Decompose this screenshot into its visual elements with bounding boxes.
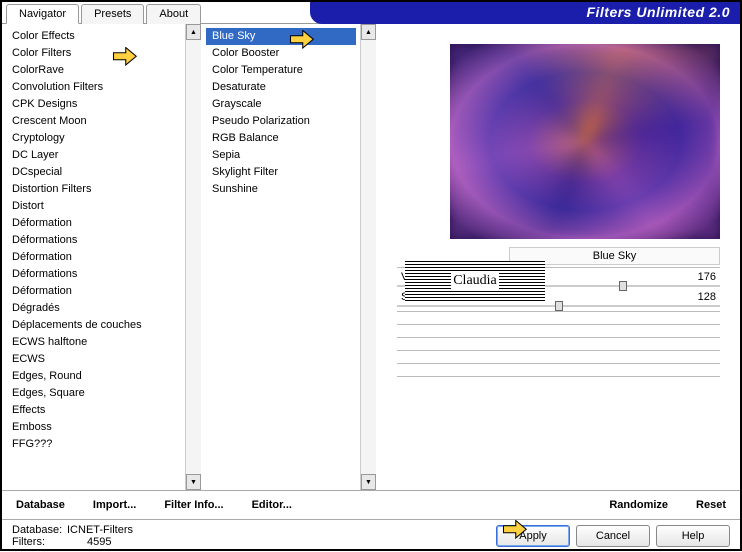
tab-bar: Navigator Presets About: [6, 3, 203, 23]
list-item[interactable]: Sepia: [206, 147, 356, 164]
list-item[interactable]: Color Temperature: [206, 62, 356, 79]
status-bar: Database: ICNET-Filters Filters: 4595 Ap…: [2, 519, 740, 552]
list-item[interactable]: ColorRave: [6, 62, 181, 79]
list-item[interactable]: Déformations: [6, 232, 181, 249]
list-item[interactable]: Color Effects: [6, 28, 181, 45]
db-value: ICNET-Filters: [67, 524, 133, 536]
randomize-button[interactable]: Randomize: [605, 497, 672, 513]
filters-scrollbar[interactable]: ▲ ▼: [360, 24, 376, 490]
toolbar: Database Import... Filter Info... Editor…: [2, 490, 740, 519]
reset-button[interactable]: Reset: [692, 497, 730, 513]
divider: [397, 350, 720, 351]
filters-column: Blue SkyColor BoosterColor TemperatureDe…: [202, 24, 377, 490]
list-item[interactable]: CPK Designs: [6, 96, 181, 113]
tab-navigator[interactable]: Navigator: [6, 4, 79, 24]
list-item[interactable]: RGB Balance: [206, 130, 356, 147]
list-item[interactable]: DCspecial: [6, 164, 181, 181]
import-button[interactable]: Import...: [89, 497, 140, 513]
help-button[interactable]: Help: [656, 525, 730, 547]
filters-count-value: 4595: [67, 536, 133, 548]
list-item[interactable]: Sunshine: [206, 181, 356, 198]
scroll-down-icon[interactable]: ▼: [361, 474, 376, 490]
slider-thumb[interactable]: [619, 281, 627, 291]
cancel-button[interactable]: Cancel: [576, 525, 650, 547]
list-item[interactable]: Color Booster: [206, 45, 356, 62]
list-item[interactable]: Dégradés: [6, 300, 181, 317]
categories-listbox[interactable]: Color EffectsColor FiltersColorRaveConvo…: [2, 24, 185, 490]
watermark-text: Claudia: [451, 273, 499, 289]
filters-count-label: Filters:: [12, 536, 67, 548]
title-bar: Filters Unlimited 2.0 Navigator Presets …: [2, 2, 740, 24]
list-item[interactable]: Pseudo Polarization: [206, 113, 356, 130]
divider: [397, 324, 720, 325]
tab-about[interactable]: About: [146, 4, 201, 24]
list-item[interactable]: Déplacements de couches: [6, 317, 181, 334]
divider: [397, 337, 720, 338]
param-value: 176: [698, 271, 716, 283]
status-left: Database: ICNET-Filters Filters: 4595: [12, 524, 133, 548]
editor-button[interactable]: Editor...: [248, 497, 296, 513]
list-item[interactable]: Effects: [6, 402, 181, 419]
list-item[interactable]: Cryptology: [6, 130, 181, 147]
right-panel: Claudia Blue Sky Vertical Offset 176 Sca…: [377, 24, 740, 490]
scroll-down-icon[interactable]: ▼: [186, 474, 201, 490]
filter-info-button[interactable]: Filter Info...: [160, 497, 227, 513]
list-item[interactable]: Emboss: [6, 419, 181, 436]
list-item[interactable]: Déformations: [6, 266, 181, 283]
list-item[interactable]: Edges, Round: [6, 368, 181, 385]
database-button[interactable]: Database: [12, 497, 69, 513]
list-item[interactable]: Blue Sky: [206, 28, 356, 45]
list-item[interactable]: Déformation: [6, 215, 181, 232]
divider: [397, 363, 720, 364]
main-area: Color EffectsColor FiltersColorRaveConvo…: [2, 24, 740, 490]
list-item[interactable]: DC Layer: [6, 147, 181, 164]
tab-presets[interactable]: Presets: [81, 4, 144, 24]
list-item[interactable]: Déformation: [6, 283, 181, 300]
list-item[interactable]: Color Filters: [6, 45, 181, 62]
scroll-track[interactable]: [186, 40, 201, 474]
scroll-up-icon[interactable]: ▲: [361, 24, 376, 40]
list-item[interactable]: ECWS: [6, 351, 181, 368]
divider: [397, 376, 720, 377]
list-item[interactable]: Convolution Filters: [6, 79, 181, 96]
scroll-track[interactable]: [361, 40, 376, 474]
list-item[interactable]: Distortion Filters: [6, 181, 181, 198]
apply-button[interactable]: Apply: [496, 525, 570, 547]
scroll-up-icon[interactable]: ▲: [186, 24, 201, 40]
slider-thumb[interactable]: [555, 301, 563, 311]
list-item[interactable]: FFG???: [6, 436, 181, 453]
param-value: 128: [698, 291, 716, 303]
list-item[interactable]: Distort: [6, 198, 181, 215]
app-title: Filters Unlimited 2.0: [586, 4, 730, 20]
list-item[interactable]: Desaturate: [206, 79, 356, 96]
list-item[interactable]: Déformation: [6, 249, 181, 266]
list-item[interactable]: Crescent Moon: [6, 113, 181, 130]
categories-column: Color EffectsColor FiltersColorRaveConvo…: [2, 24, 202, 490]
watermark: Claudia: [405, 261, 545, 301]
list-item[interactable]: Edges, Square: [6, 385, 181, 402]
filters-listbox[interactable]: Blue SkyColor BoosterColor TemperatureDe…: [202, 24, 360, 490]
preview-image: [450, 44, 720, 239]
list-item[interactable]: Skylight Filter: [206, 164, 356, 181]
categories-scrollbar[interactable]: ▲ ▼: [185, 24, 201, 490]
divider: [397, 311, 720, 312]
list-item[interactable]: ECWS halftone: [6, 334, 181, 351]
slider-scale[interactable]: [397, 305, 720, 307]
list-item[interactable]: Grayscale: [206, 96, 356, 113]
db-label: Database:: [12, 524, 67, 536]
